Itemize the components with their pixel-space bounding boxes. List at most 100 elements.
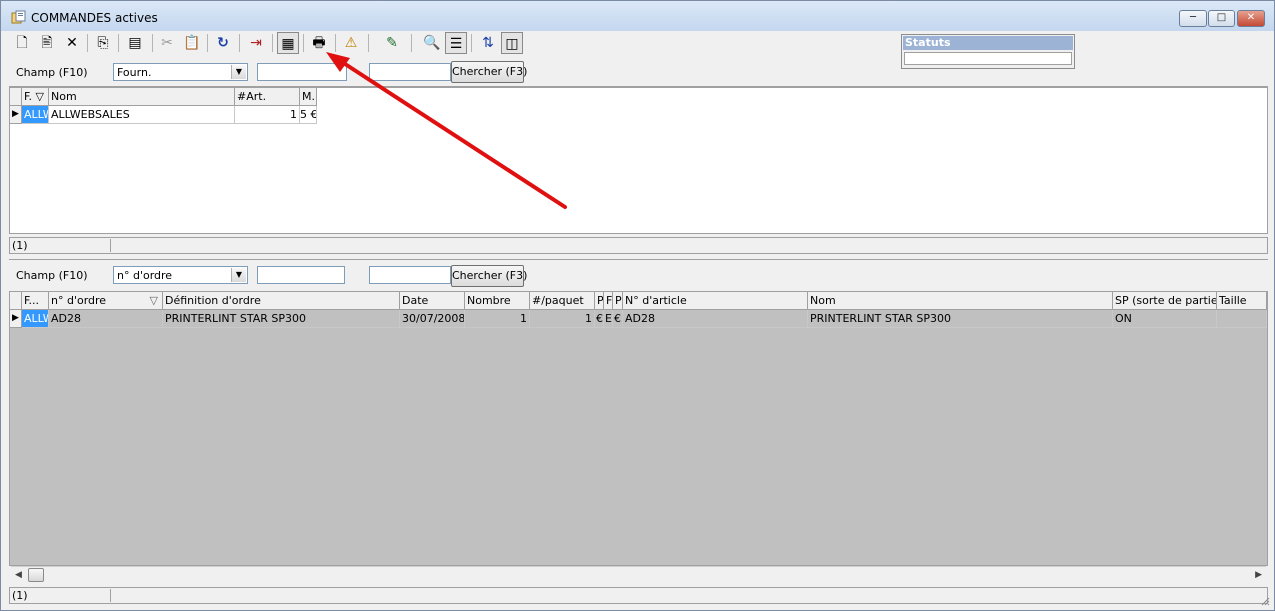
column-header[interactable]: Nom [808, 292, 1113, 310]
column-header[interactable]: SP (sorte de partie) [1113, 292, 1217, 310]
table-cell-paquet[interactable]: 1 [530, 310, 595, 328]
properties-icon[interactable]: ▤ [124, 32, 146, 54]
column-header[interactable]: #Art. [235, 88, 300, 106]
column-header[interactable]: n° d'ordre ▽ [49, 292, 163, 310]
column-header[interactable]: P [595, 292, 604, 310]
refresh-icon[interactable]: ↻ [212, 32, 234, 54]
toolbar-separator [87, 34, 88, 52]
column-header-label: n° d'ordre [51, 294, 107, 307]
column-header[interactable]: F... [22, 292, 49, 310]
scroll-thumb[interactable] [28, 568, 44, 582]
edit-record-icon[interactable]: 🖹 [36, 32, 58, 54]
toolbar-separator [272, 34, 273, 52]
table-cell-article[interactable]: AD28 [623, 310, 808, 328]
table-cell-sp[interactable]: ON [1113, 310, 1217, 328]
bottom-status-bar: (1) [9, 587, 1268, 604]
toolbar-separator [207, 34, 208, 52]
statuts-field[interactable] [904, 52, 1072, 65]
column-header[interactable]: F [604, 292, 613, 310]
status-divider [110, 239, 111, 252]
column-header[interactable]: P [613, 292, 623, 310]
resize-grip-icon[interactable] [1260, 596, 1270, 606]
column-header[interactable]: Nom [49, 88, 235, 106]
window-title: COMMANDES actives [31, 11, 158, 25]
scroll-right-icon[interactable]: ▶ [1255, 570, 1262, 580]
table-cell-p2[interactable]: € [613, 310, 623, 328]
table-cell-nombre[interactable]: 1 [465, 310, 530, 328]
row-pointer-icon: ▶ [10, 310, 22, 328]
main-window: COMMANDES actives ─ □ ✕ 🗋 🖹 ✕ ⎘ ▤ ✂ 📋 ↻ … [0, 0, 1275, 611]
chevron-down-icon[interactable]: ▼ [231, 65, 246, 79]
alert-user-icon[interactable]: ⚠ [340, 32, 362, 54]
top-grid: F. ▽ Nom #Art. M. ▶ ALLW ALLWEBSALES 1 5… [9, 87, 1268, 234]
marker-icon[interactable]: ✎ [381, 32, 403, 54]
bottom-field-select[interactable]: n° d'ordre ▼ [113, 266, 248, 284]
column-header[interactable]: N° d'article [623, 292, 808, 310]
scissors-icon[interactable]: ✂ [156, 32, 178, 54]
calendar-view-icon[interactable]: ▦ [277, 32, 299, 54]
minimize-button[interactable]: ─ [1179, 10, 1207, 27]
table-cell-m[interactable]: 5 € [300, 106, 317, 124]
clipboard-icon[interactable]: 📋 [181, 32, 203, 54]
table-cell-definition[interactable]: PRINTERLINT STAR SP300 [163, 310, 400, 328]
bottom-field-select-value: n° d'ordre [117, 269, 173, 282]
delete-icon[interactable]: ✕ [61, 32, 83, 54]
new-document-icon[interactable]: 🗋 [11, 32, 33, 54]
toolbar-separator [303, 34, 304, 52]
maximize-button[interactable]: □ [1208, 10, 1235, 27]
column-header[interactable]: F. ▽ [22, 88, 49, 106]
table-cell-taille[interactable] [1217, 310, 1267, 328]
table-cell-code[interactable]: ALLW [22, 106, 49, 124]
top-search-input[interactable] [257, 63, 347, 81]
list-view-icon[interactable]: ☰ [445, 32, 467, 54]
top-status-bar: (1) [9, 237, 1268, 254]
toolbar-separator [152, 34, 153, 52]
chevron-down-icon[interactable]: ▼ [231, 268, 246, 282]
top-search-button[interactable]: Chercher (F3) [451, 61, 527, 83]
top-field-select[interactable]: Fourn. ▼ [113, 63, 248, 81]
bottom-search-button[interactable]: Chercher (F3) [451, 265, 527, 287]
table-cell-code[interactable]: ALLW [22, 310, 49, 328]
toolbar-separator [411, 34, 412, 52]
table-cell-ordre[interactable]: AD28 [49, 310, 163, 328]
row-pointer-icon: ▶ [10, 106, 22, 124]
top-search-input-2[interactable] [369, 63, 451, 81]
table-cell-f[interactable]: E [604, 310, 613, 328]
statuts-title: Statuts [903, 36, 1073, 50]
search-icon[interactable]: 🔍 [421, 32, 443, 54]
toolbar-separator [368, 34, 369, 52]
toolbar-separator [471, 34, 472, 52]
status-divider [110, 589, 111, 602]
bottom-search-input[interactable] [257, 266, 345, 284]
bottom-search-input-2[interactable] [369, 266, 451, 284]
table-cell-nom[interactable]: PRINTERLINT STAR SP300 [808, 310, 1113, 328]
scroll-left-icon[interactable]: ◀ [15, 570, 22, 580]
table-cell-p1[interactable]: € [595, 310, 604, 328]
import-icon[interactable]: ⇥ [245, 32, 267, 54]
close-button[interactable]: ✕ [1237, 10, 1265, 27]
bottom-grid: F... n° d'ordre ▽ Définition d'ordre Date… [9, 291, 1268, 566]
sort-icon: ▽ [149, 294, 158, 307]
app-icon [11, 10, 26, 24]
column-header[interactable]: #/paquet [530, 292, 595, 310]
toolbar-separator [118, 34, 119, 52]
table-cell-date[interactable]: 30/07/2008 [400, 310, 465, 328]
statuts-panel: Statuts [901, 34, 1075, 69]
toolbar-separator [239, 34, 240, 52]
column-header[interactable]: Définition d'ordre [163, 292, 400, 310]
horizontal-scrollbar[interactable]: ◀ ▶ [11, 566, 1266, 583]
bottom-record-count: (1) [12, 589, 28, 602]
grid-corner [10, 88, 22, 106]
table-cell-art[interactable]: 1 [235, 106, 300, 124]
table-cell-nom[interactable]: ALLWEBSALES [49, 106, 235, 124]
column-header[interactable]: Taille [1217, 292, 1267, 310]
print-icon[interactable]: 🖶 [308, 32, 330, 54]
column-header[interactable]: M. [300, 88, 317, 106]
top-field-label: Champ (F10) [16, 66, 88, 79]
sort-az-icon[interactable]: ⇅ [477, 32, 499, 54]
copy-icon[interactable]: ⎘ [92, 32, 114, 54]
column-header[interactable]: Nombre [465, 292, 530, 310]
columns-icon[interactable]: ◫ [501, 32, 523, 54]
column-header[interactable]: Date [400, 292, 465, 310]
bottom-field-label: Champ (F10) [16, 269, 88, 282]
